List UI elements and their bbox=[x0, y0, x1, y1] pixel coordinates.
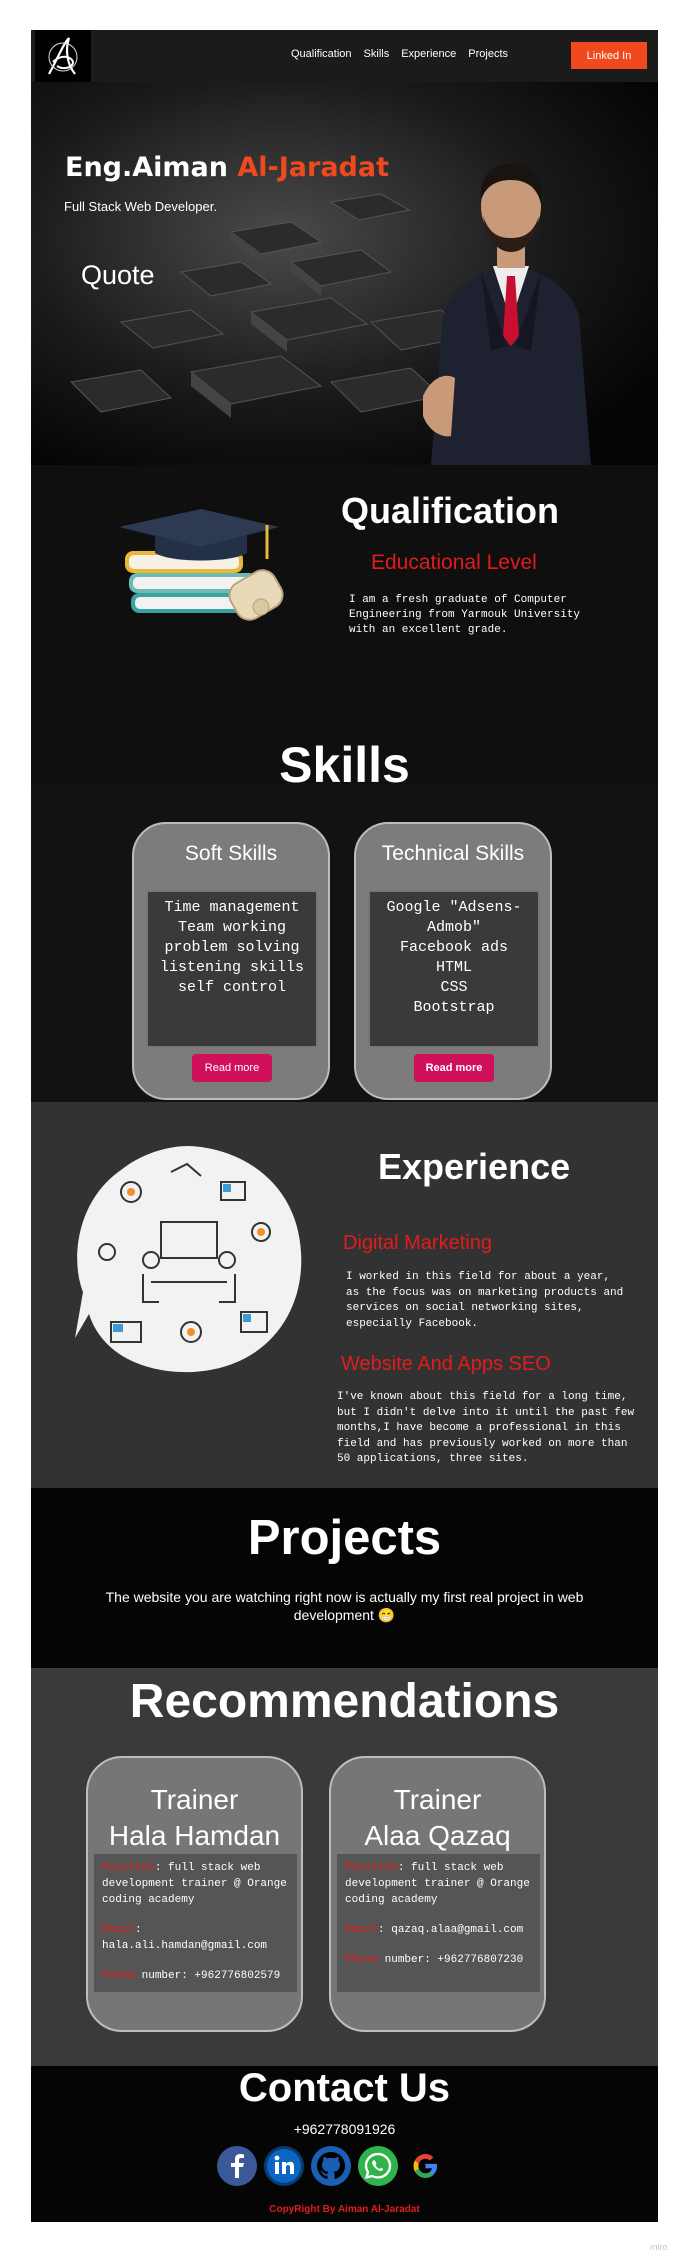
copyright-text: CopyRight By Aiman Al-Jaradat bbox=[269, 2204, 420, 2215]
skill-item: HTML bbox=[435, 959, 472, 976]
skill-item: problem solving bbox=[164, 939, 300, 956]
recommendations-title: Recommendations bbox=[129, 1675, 560, 1728]
phone-value: number: +962776802579 bbox=[135, 1970, 281, 1982]
recommendation-name: Trainer Hala Hamdan bbox=[88, 1782, 301, 1854]
read-more-button[interactable]: Read more bbox=[192, 1054, 272, 1082]
skill-card-title: Technical Skills bbox=[381, 842, 525, 865]
recommendation-name: Trainer Alaa Qazaq bbox=[331, 1782, 544, 1854]
recommendation-email: Email: hala.ali.hamdan@gmail.com bbox=[102, 1922, 289, 1954]
github-icon[interactable] bbox=[311, 2146, 351, 2186]
navbar: Qualification Skills Experience Projects… bbox=[31, 30, 658, 82]
recommendation-role: Trainer bbox=[150, 1784, 239, 1815]
skill-item: Time management bbox=[164, 899, 300, 916]
nav-qualification[interactable]: Qualification bbox=[291, 48, 352, 60]
projects-title: Projects bbox=[247, 1511, 442, 1565]
recommendation-email: Email: qazaq.alaa@gmail.com bbox=[345, 1922, 532, 1938]
linkedin-button[interactable]: Linked In bbox=[571, 42, 647, 69]
facebook-icon[interactable] bbox=[217, 2146, 257, 2186]
experience-title: Experience bbox=[378, 1146, 571, 1187]
whatsapp-icon[interactable] bbox=[358, 2146, 398, 2186]
skill-item: Google "Adsens- bbox=[386, 899, 522, 916]
hero-quote: Quote bbox=[81, 260, 155, 290]
experience-section: Experience Digital Marketing I worked in… bbox=[31, 1102, 658, 1488]
recommendation-phone: Phone number: +962776807230 bbox=[345, 1952, 532, 1968]
projects-section: Projects The website you are watching ri… bbox=[31, 1488, 658, 1668]
skill-item: Admob" bbox=[426, 919, 481, 936]
page: Qualification Skills Experience Projects… bbox=[31, 30, 658, 2222]
phone-value: number: +962776807230 bbox=[378, 1954, 524, 1966]
hero-name-last: Al-Jaradat bbox=[237, 152, 390, 183]
contact-phone: +962778091926 bbox=[293, 2121, 396, 2137]
books-graduation-illustration bbox=[119, 509, 284, 621]
linkedin-icon[interactable] bbox=[264, 2146, 304, 2186]
skills-title: Skills bbox=[279, 737, 410, 793]
google-icon[interactable] bbox=[405, 2146, 445, 2186]
skill-list: Google "Adsens- Admob" Facebook ads HTML… bbox=[368, 890, 540, 1048]
soft-skills-card: Soft Skills Time management Team working… bbox=[132, 822, 330, 1100]
recommendation-card: Trainer Hala Hamdan Position: full stack … bbox=[86, 1756, 303, 2032]
recommendation-person: Hala Hamdan bbox=[108, 1820, 281, 1851]
projects-text: The website you are watching right now i… bbox=[105, 1589, 584, 1623]
hero-name: Eng.Aiman Al-Jaradat bbox=[65, 152, 389, 183]
read-more-button[interactable]: Read more bbox=[414, 1054, 494, 1082]
hero-name-first: Eng.Aiman bbox=[65, 152, 238, 183]
recommendation-details: Position: full stack web development tra… bbox=[94, 1854, 297, 1992]
contact-section: Contact Us +962778091926 CopyRight By Ai… bbox=[31, 2066, 658, 2222]
hero-role: Full Stack Web Developer. bbox=[64, 199, 217, 214]
experience-text: I worked in this field for about a year,… bbox=[346, 1271, 624, 1330]
skill-item: Team working bbox=[177, 919, 287, 936]
social-links bbox=[217, 2146, 445, 2186]
qualification-text: I am a fresh graduate of Computer Engine… bbox=[349, 594, 581, 636]
technical-skills-card: Technical Skills Google "Adsens- Admob" … bbox=[354, 822, 552, 1100]
portrait-photo bbox=[423, 164, 591, 465]
skill-item: Facebook ads bbox=[399, 939, 509, 956]
experience-heading: Website And Apps SEO bbox=[341, 1353, 551, 1375]
skill-item: listening skills bbox=[159, 959, 305, 976]
qualification-title: Qualification bbox=[341, 490, 560, 531]
recommendation-person: Alaa Qazaq bbox=[364, 1820, 511, 1851]
skills-section: Skills Soft Skills Time management Team … bbox=[31, 680, 658, 1100]
hero-section: Eng.Aiman Al-Jaradat Full Stack Web Deve… bbox=[31, 82, 658, 465]
nav-skills[interactable]: Skills bbox=[364, 48, 390, 60]
qualification-subtitle: Educational Level bbox=[371, 551, 537, 574]
recommendation-position: Position: full stack web development tra… bbox=[345, 1860, 532, 1908]
recommendation-position: Position: full stack web development tra… bbox=[102, 1860, 289, 1908]
position-label: Position bbox=[102, 1862, 155, 1874]
recommendation-role: Trainer bbox=[393, 1784, 482, 1815]
recommendation-card: Trainer Alaa Qazaq Position: full stack w… bbox=[329, 1756, 546, 2032]
email-label: Email bbox=[345, 1924, 379, 1936]
skill-list: Time management Team working problem sol… bbox=[146, 890, 318, 1048]
email-value: : qazaq.alaa@gmail.com bbox=[378, 1924, 524, 1936]
logo[interactable] bbox=[35, 30, 91, 82]
skill-item: self control bbox=[177, 979, 287, 996]
skill-card-title: Soft Skills bbox=[184, 842, 278, 865]
recommendation-phone: Phone number: +962776802579 bbox=[102, 1968, 289, 1984]
phone-label: Phone bbox=[102, 1970, 136, 1982]
position-label: Position bbox=[345, 1862, 398, 1874]
experience-text: I've known about this field for a long t… bbox=[337, 1391, 635, 1465]
contact-title: Contact Us bbox=[238, 2066, 451, 2110]
recommendation-details: Position: full stack web development tra… bbox=[337, 1854, 540, 1992]
skill-item: Bootstrap bbox=[413, 999, 495, 1016]
watermark: miro bbox=[650, 2242, 668, 2252]
phone-label: Phone bbox=[345, 1954, 379, 1966]
recommendations-section: Recommendations Trainer Hala Hamdan Posit… bbox=[31, 1668, 658, 2066]
business-doodle-illustration bbox=[75, 1146, 302, 1373]
experience-heading: Digital Marketing bbox=[343, 1232, 492, 1254]
skill-item: CSS bbox=[440, 979, 468, 996]
nav-experience[interactable]: Experience bbox=[401, 48, 456, 60]
email-label: Email bbox=[102, 1924, 136, 1936]
nav-projects[interactable]: Projects bbox=[468, 48, 508, 60]
